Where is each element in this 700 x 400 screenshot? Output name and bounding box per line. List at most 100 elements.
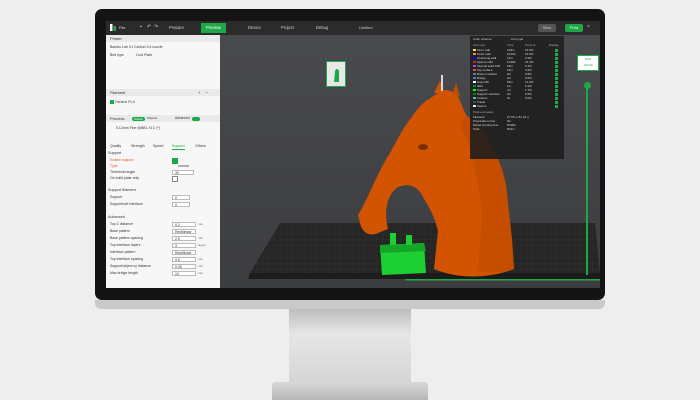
legend-swatch [473,68,476,72]
filament-name: Generic PLA [114,100,135,104]
tab-prepare-label: Prepare [169,25,184,30]
support-filament-select[interactable]: 0 [172,194,190,200]
process-preset-select[interactable]: 0.12mm Fine @BBL X1C (*) [116,125,160,131]
redo-icon[interactable]: ↷ [154,24,158,30]
advanced-row-input[interactable]: 2.5 [172,235,196,241]
plate-thumbnail[interactable] [326,61,346,87]
col-percent: Percent [525,43,536,47]
line-type-select[interactable]: Line type [511,37,523,41]
bed-type-select[interactable]: Cool Plate [136,52,152,58]
legend-swatch [473,80,476,84]
printer-select[interactable]: Bambu Lab X1 Carbon 0.4 nozzle [110,44,214,50]
advanced-row-input[interactable]: 0.35 [172,263,196,269]
legend-swatch [473,96,476,100]
legend-swatch [473,52,476,56]
remove-filament-icon[interactable]: − [206,89,208,96]
legend-swatch [473,100,476,104]
advanced-label: Advanced [175,116,190,120]
layer-slider-label: 1001 100.00 [577,55,599,71]
tab-speed[interactable]: Speed [153,143,163,149]
legend-swatch [473,76,476,80]
save-icon[interactable]: ▪ [140,24,142,30]
advanced-row-input[interactable]: 10 [172,270,196,276]
advanced-row-unit: mm [198,222,203,226]
advanced-row-unit: mm [198,271,203,275]
build-plate-only-checkbox[interactable] [172,176,178,182]
support-interface-filament-select[interactable]: 0 [172,201,190,207]
close-icon[interactable]: × [587,24,590,30]
layer-slider-top-handle[interactable] [583,82,591,89]
filament-item[interactable]: Generic PLA [110,99,135,105]
slice-button[interactable]: Slice [538,24,556,32]
support-section-title: Support [108,151,122,155]
advanced-row-input[interactable]: Rectilinear [172,249,196,255]
tab-device[interactable]: Device [243,23,266,33]
legend-display-checkbox[interactable] [555,104,558,108]
screen: File ▪ ↶ ↷ Prepare Preview Device Projec… [106,21,600,288]
add-filament-icon[interactable]: + [198,89,200,96]
tab-debug[interactable]: Debug [311,23,333,33]
print-button[interactable]: Print [565,24,583,32]
legend-header: Color scheme Line type [473,37,563,41]
global-toggle[interactable]: Global [132,116,145,121]
legend-line-type: Seams [477,104,487,108]
advanced-row-label: Top interface spacing [110,257,144,261]
undo-icon[interactable]: ↶ [147,24,151,30]
advanced-row-label: Top interface layers [110,243,141,247]
advanced-row-unit: mm [198,264,203,268]
advanced-row-label: Top Z distance [110,222,133,226]
advanced-row-label: Base pattern [110,229,130,233]
monitor-chin [95,300,605,309]
advanced-row-unit: mm [198,257,203,261]
advanced-row-input[interactable]: 3 [172,242,196,248]
advanced-row-input[interactable]: Rectilinear [172,228,196,234]
advanced-row-label: Support/object xy distance [110,264,152,268]
tab-others[interactable]: Others [195,143,206,149]
legend-columns: Line type Time Percent Display [473,43,563,47]
support-filament-title: Support filament [108,188,136,192]
advanced-row-unit: mm [198,236,203,240]
advanced-row-unit: layers [198,243,207,247]
layer-height: 100.00 [583,63,593,67]
advanced-row-label: Base pattern spacing [110,236,143,240]
tab-project[interactable]: Project [276,23,299,33]
legend-swatch [473,56,476,60]
window-title: Untitled [359,25,373,30]
support-type-select[interactable]: normal [178,163,189,169]
color-scheme-label: Color scheme [473,37,492,41]
col-time: Time [507,43,514,47]
objects-toggle[interactable]: Objects [147,115,157,122]
process-section-label: Process [110,116,125,121]
tab-preview[interactable]: Preview [201,23,226,33]
printer-section-header: Printer [106,35,220,42]
estimation-value: 6h9m [507,127,515,131]
col-display: Display [549,43,559,47]
file-menu[interactable]: File [119,25,125,30]
filament-section-header: Filament + − [106,89,220,96]
advanced-row-input[interactable]: 0.5 [172,256,196,262]
legend-swatch [473,92,476,96]
advanced-row-label: Max bridge length [110,271,138,275]
printer-name: Bambu Lab X1 Carbon 0.4 nozzle [110,45,163,49]
total-estimation-title: Total estimation [473,110,494,114]
advanced-row-input[interactable]: 0.2 [172,221,196,227]
tab-project-label: Project [281,25,295,30]
legend-panel: Color scheme Line type Line type Time Pe… [470,36,564,159]
legend-swatch [473,64,476,68]
layer-slider-track[interactable] [586,85,588,275]
monitor-stand [289,309,411,391]
printer-section-label: Printer [110,36,122,41]
tab-prepare[interactable]: Prepare [164,23,189,33]
support-filament-label: Support [110,195,123,199]
tab-support[interactable]: Support [172,143,185,150]
advanced-toggle[interactable] [192,116,200,121]
legend-swatch [473,84,476,88]
advanced-section-title: Advanced [108,215,125,219]
tab-preview-label: Preview [206,25,221,30]
threshold-angle-input[interactable]: 30 [172,169,194,175]
legend-row[interactable]: Seams [473,104,563,108]
col-line-type: Line type [473,43,486,47]
app-logo-icon [110,24,116,32]
tab-quality[interactable]: Quality [110,143,121,149]
tab-strength[interactable]: Strength [131,143,145,149]
